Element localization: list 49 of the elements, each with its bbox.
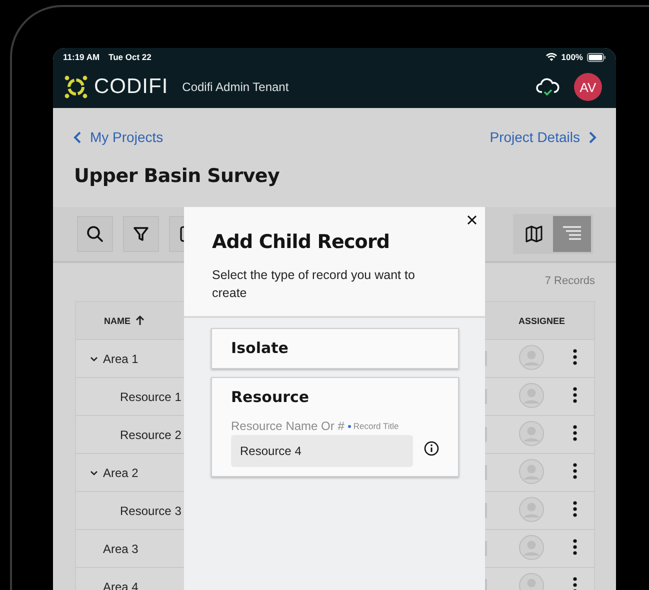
row-name[interactable]: Area 3 (103, 542, 138, 556)
column-header[interactable]: NAME (104, 316, 130, 326)
more-icon[interactable] (573, 463, 577, 479)
project-details-link[interactable]: Project Details (490, 129, 597, 145)
record-type-card[interactable]: Resource Resource Name Or # Record Title Resource 4 (211, 377, 459, 477)
map-icon (525, 225, 543, 243)
project-title: Upper Basin Survey (74, 165, 281, 189)
more-icon[interactable] (573, 577, 577, 590)
row-name[interactable]: Area 2 (103, 466, 138, 480)
more-icon[interactable] (573, 425, 577, 441)
logo-icon (64, 75, 88, 99)
more-icon[interactable] (573, 387, 577, 403)
more-icon[interactable] (573, 539, 577, 555)
record-count: 7 Records (544, 275, 595, 289)
more-icon[interactable] (573, 349, 577, 365)
chevron-down-icon[interactable] (90, 468, 98, 476)
column-header: ASSIGNEE (518, 316, 565, 326)
row-name[interactable]: Area 1 (103, 352, 138, 366)
wifi-icon (546, 53, 558, 61)
input-field[interactable]: Resource 4 (231, 435, 413, 467)
row-name[interactable]: Resource 2 (120, 428, 182, 442)
record-type-label: Resource (231, 388, 310, 406)
chevron-left-icon (73, 130, 82, 144)
filter-button[interactable] (123, 216, 159, 252)
dialog-subtitle: Select the type of record you want to create (212, 267, 416, 302)
row-name[interactable]: Resource 3 (120, 504, 182, 518)
row-name[interactable]: Resource 1 (120, 390, 182, 404)
battery-icon (587, 52, 606, 62)
info-icon[interactable] (424, 441, 439, 456)
user-avatar[interactable]: AV (574, 73, 602, 101)
more-icon[interactable] (573, 501, 577, 517)
record-type-label: Isolate (231, 339, 290, 357)
record-type-card[interactable]: Isolate (211, 328, 459, 369)
battery-percent: 100% (561, 52, 583, 62)
filter-icon (133, 226, 149, 242)
field-label: Resource Name Or # (231, 419, 344, 433)
close-icon (467, 215, 477, 225)
search-icon (86, 225, 104, 243)
search-button[interactable] (77, 216, 113, 252)
chevron-down-icon[interactable] (90, 354, 98, 362)
chevron-right-icon (588, 130, 597, 144)
field-hint: Record Title (353, 421, 399, 431)
brand-name: CODIFI (94, 75, 168, 99)
dialog-title: Add Child Record (212, 231, 391, 253)
status-date: Tue Oct 22 (108, 52, 152, 62)
back-link[interactable]: My Projects (73, 129, 164, 145)
tenant-name: Codifi Admin Tenant (182, 80, 289, 94)
cloud-check-icon[interactable] (536, 77, 560, 97)
status-time: 11:19 AM (63, 52, 100, 62)
